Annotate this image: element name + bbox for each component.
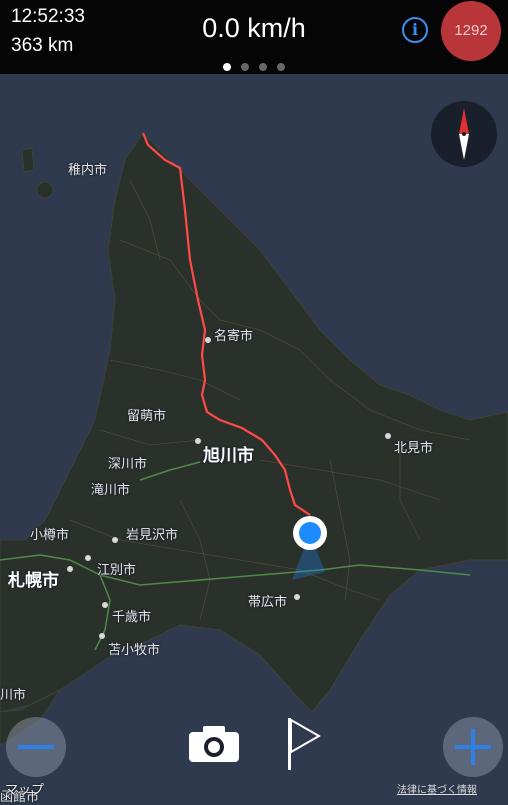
- camera-icon: [189, 726, 239, 762]
- map-view[interactable]: 稚内市 名寄市 留萌市 旭川市 深川市 北見市 滝川市 小樽市 岩見沢市 札幌市…: [0, 74, 508, 805]
- minus-icon: [18, 745, 54, 749]
- map-label-wakkanai: 稚内市: [68, 163, 108, 178]
- map-label-edge-left: 川市: [0, 688, 27, 703]
- map-label-ebetsu: 江別市: [97, 563, 137, 578]
- zoom-in-button[interactable]: [443, 717, 503, 777]
- map-label-kitami: 北見市: [394, 441, 434, 456]
- map-label-otaru: 小樽市: [30, 528, 70, 543]
- map-label-asahikawa: 旭川市: [203, 446, 254, 466]
- info-icon[interactable]: i: [402, 17, 428, 43]
- map-label-iwamizawa: 岩見沢市: [126, 528, 179, 543]
- page-dot-1[interactable]: [223, 63, 231, 71]
- status-bar: 12:52:33 363 km 0.0 km/h i 1292: [0, 0, 508, 74]
- camera-button[interactable]: [187, 724, 241, 764]
- map-label-sapporo: 札幌市: [8, 571, 59, 591]
- map-label-nayoro: 名寄市: [214, 329, 254, 344]
- page-dot-2[interactable]: [241, 63, 249, 71]
- map-label-takikawa: 滝川市: [91, 483, 131, 498]
- compass-icon[interactable]: [431, 101, 497, 167]
- map-label-chitose: 千歳市: [112, 610, 152, 625]
- page-dot-3[interactable]: [259, 63, 267, 71]
- current-speed: 0.0 km/h: [202, 13, 306, 43]
- zoom-out-button[interactable]: [6, 717, 66, 777]
- flag-icon: [288, 718, 322, 770]
- legal-link[interactable]: 法律に基づく情報: [397, 781, 477, 796]
- count-badge[interactable]: 1292: [441, 1, 501, 61]
- page-dot-4[interactable]: [277, 63, 285, 71]
- flag-button[interactable]: [286, 716, 322, 772]
- map-label-rumoi: 留萌市: [127, 409, 167, 424]
- map-label-obihiro: 帯広市: [248, 595, 288, 610]
- map-label-tomakomai: 苫小牧市: [108, 643, 161, 658]
- map-label-fukagawa: 深川市: [108, 457, 148, 472]
- maps-credit: マップ: [5, 783, 45, 798]
- current-location-marker: [299, 522, 321, 544]
